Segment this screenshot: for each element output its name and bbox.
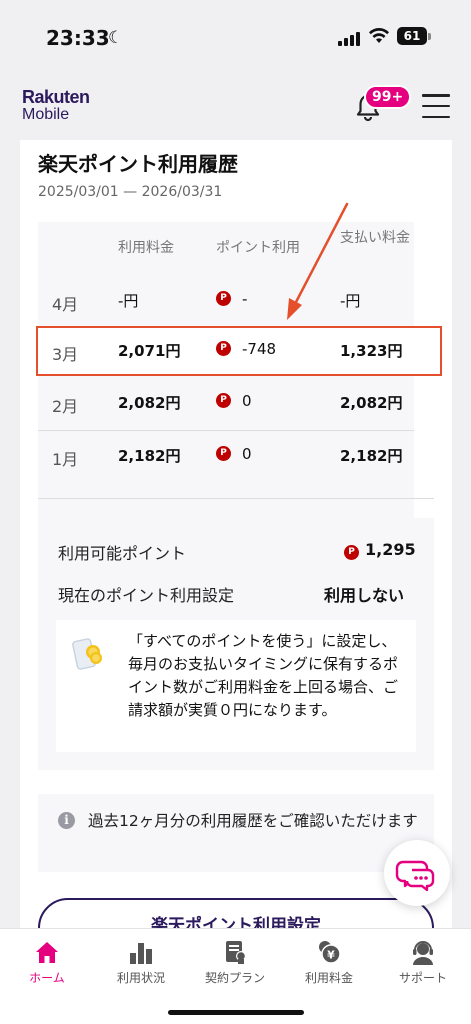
svg-text:¥: ¥ bbox=[327, 949, 335, 962]
chat-bubble-icon bbox=[395, 860, 435, 892]
nav-label: サポート bbox=[398, 971, 447, 985]
nav-label: ホーム bbox=[29, 971, 65, 985]
nav-contract[interactable]: 契約プラン bbox=[188, 939, 282, 986]
nav-label: 利用状況 bbox=[116, 971, 165, 985]
chat-support-button[interactable] bbox=[384, 840, 450, 906]
contract-icon bbox=[226, 941, 246, 964]
yen-icon: ¥ bbox=[319, 941, 341, 964]
nav-label: 契約プラン bbox=[204, 971, 265, 985]
nav-support[interactable]: サポート bbox=[376, 939, 470, 986]
nav-usage[interactable]: 利用状況 bbox=[94, 939, 188, 986]
support-icon bbox=[413, 941, 433, 965]
home-indicator bbox=[168, 1010, 304, 1015]
chart-icon bbox=[130, 943, 152, 964]
home-icon bbox=[36, 942, 58, 963]
nav-home[interactable]: ホーム bbox=[0, 939, 94, 986]
nav-label: 利用料金 bbox=[304, 971, 353, 985]
nav-billing[interactable]: ¥ 利用料金 bbox=[282, 939, 376, 986]
